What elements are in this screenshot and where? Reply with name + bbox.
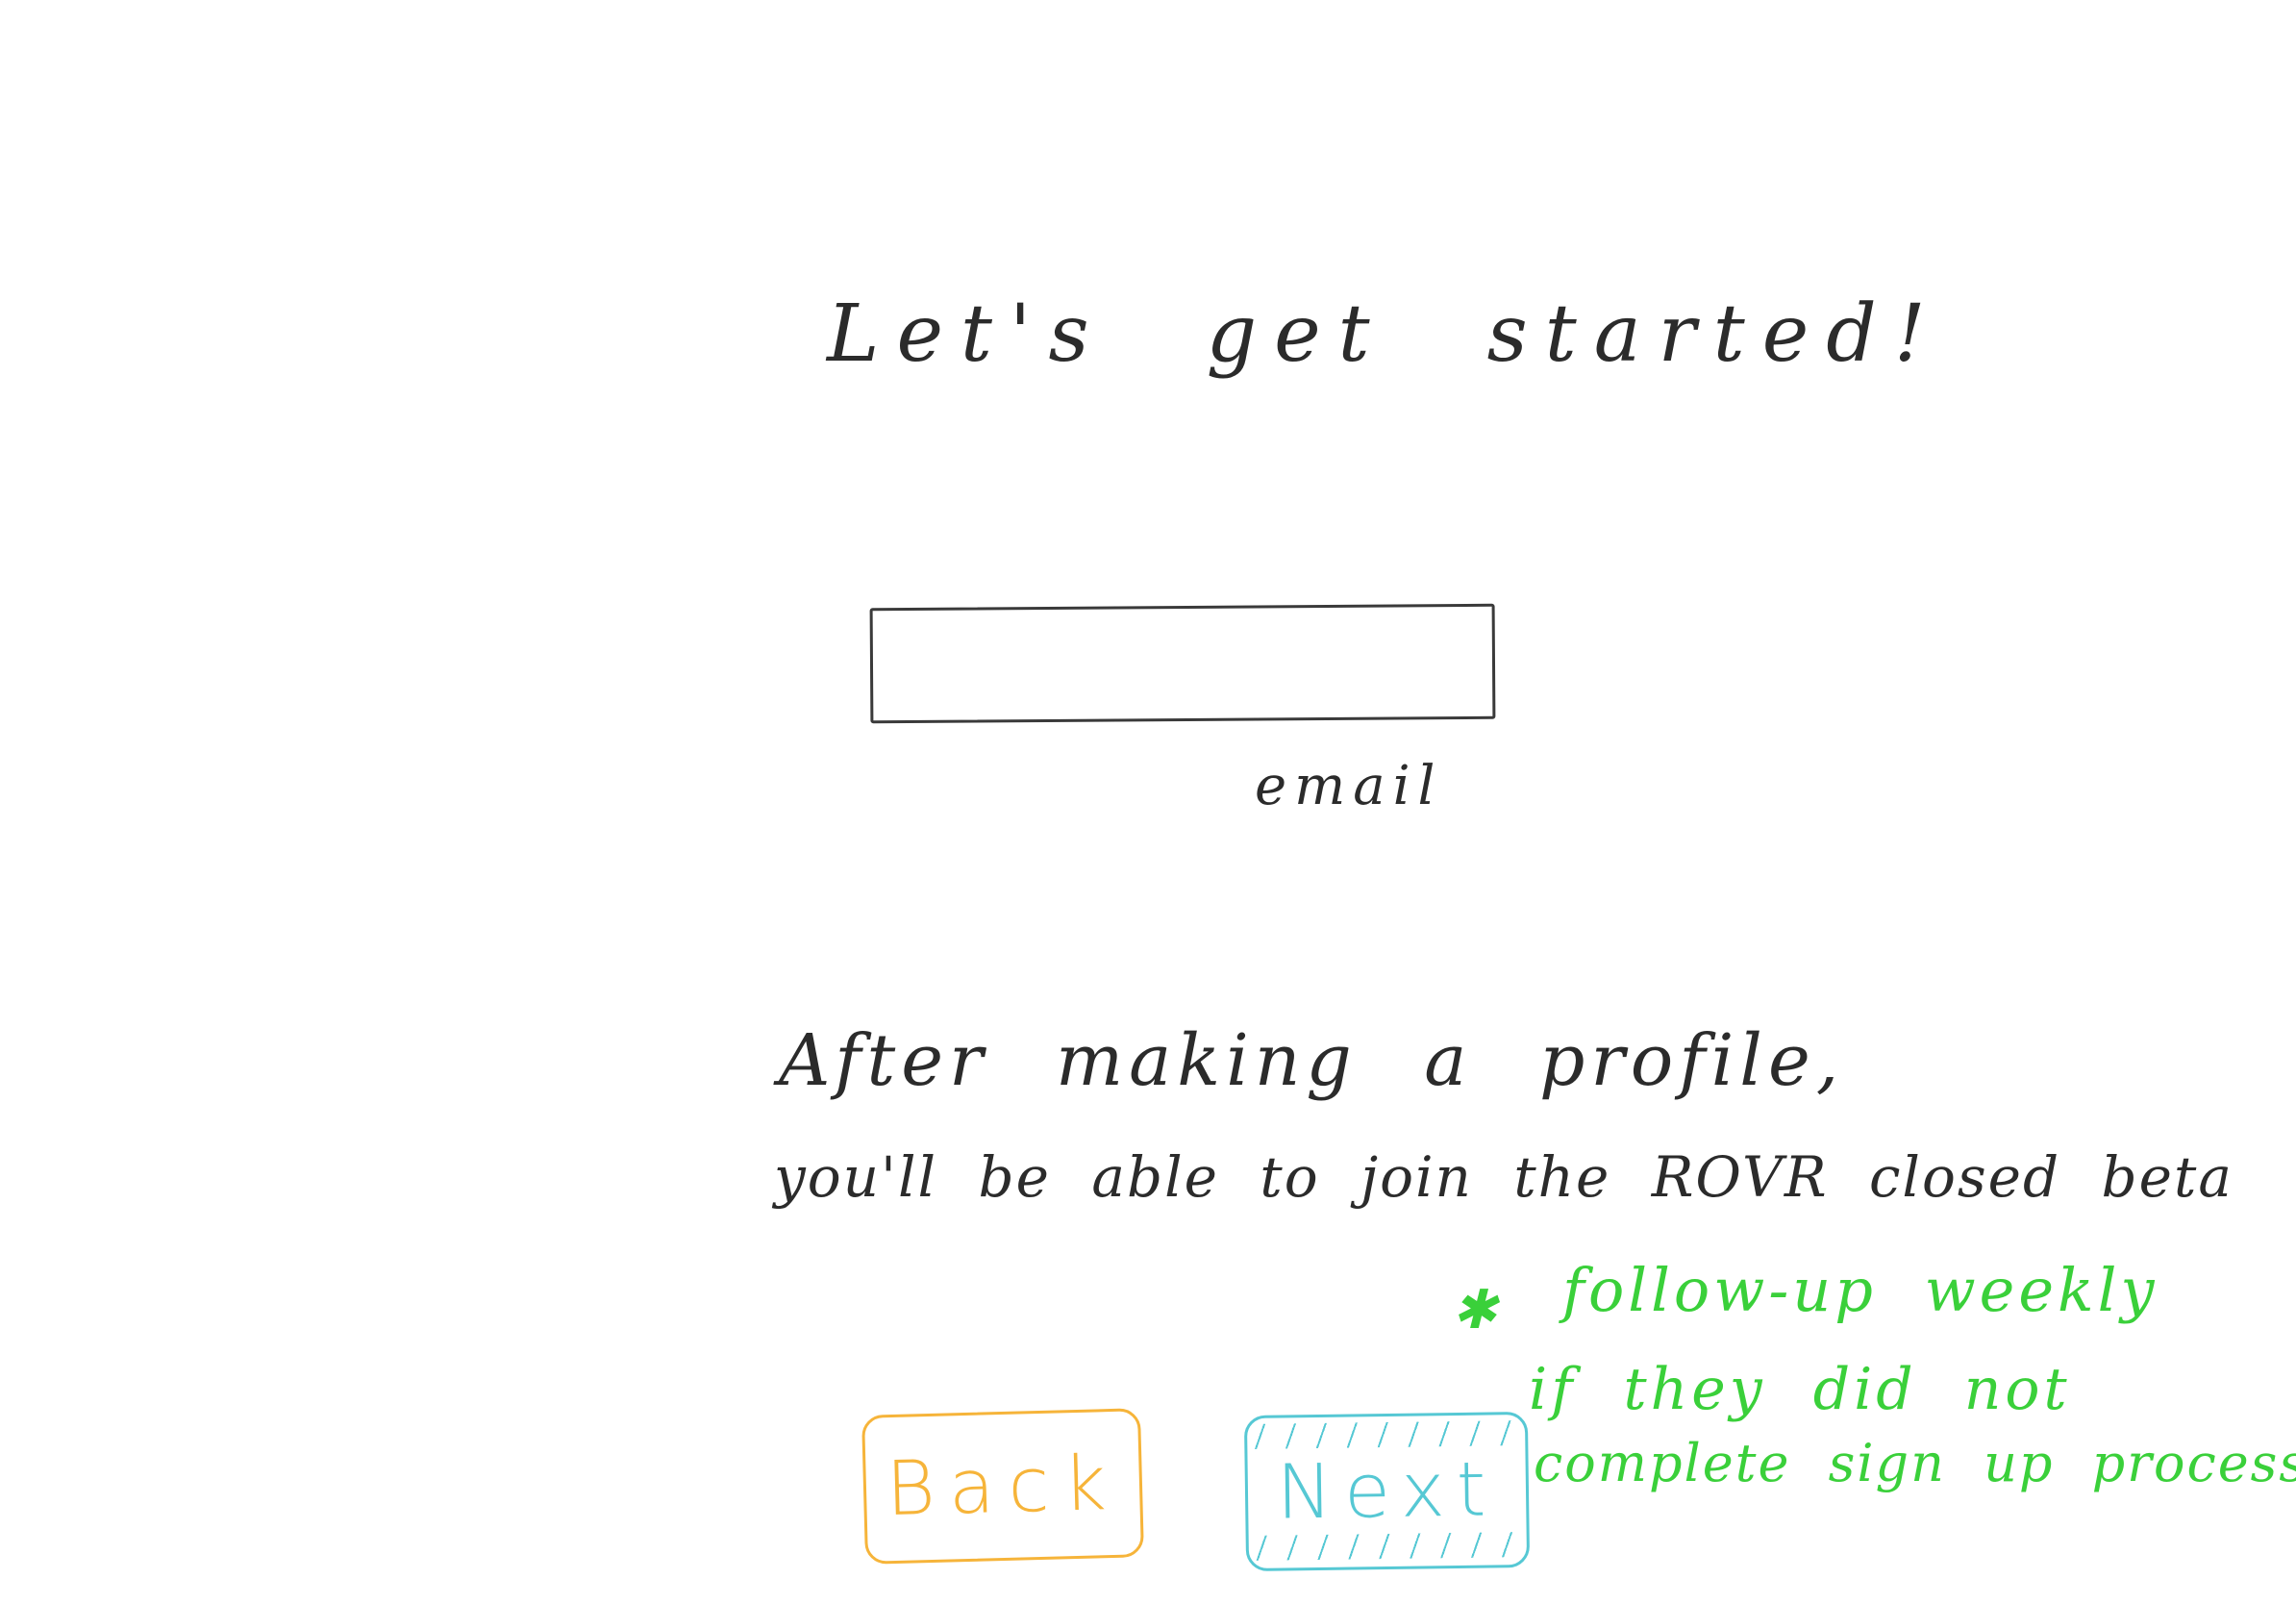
annotation-line-2: if they did not (1529, 1356, 2071, 1423)
description-line-2: you'll be able to join the ROVR closed b… (774, 1144, 2234, 1210)
next-button[interactable]: Next (1243, 1411, 1531, 1572)
email-field[interactable] (869, 603, 1496, 724)
page-title: Let's get started! (827, 288, 1943, 380)
annotation-line-3: complete sign up process (1534, 1433, 2296, 1493)
email-label: email (1255, 755, 1443, 817)
back-button-label: Back (885, 1440, 1121, 1533)
next-button-hatch-bottom (1248, 1531, 1527, 1562)
annotation-star-icon: ✱ (1452, 1279, 1497, 1341)
description-line-1: After making a profile, (779, 1019, 1845, 1102)
back-button[interactable]: Back (861, 1408, 1144, 1565)
next-button-hatch-top (1247, 1419, 1526, 1450)
next-button-label: Next (1276, 1446, 1498, 1537)
annotation-line-1: follow-up weekly (1562, 1255, 2159, 1325)
